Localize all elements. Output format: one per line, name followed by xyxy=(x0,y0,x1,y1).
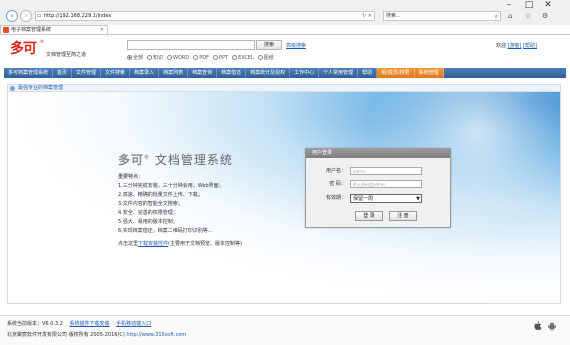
hero-panel xyxy=(7,92,561,304)
website-link[interactable]: http://www.315soft.com xyxy=(126,332,186,338)
main-navbar: 多可档案管理系统 首页 文件管理 文件搜索 档案录入 档案列表 档案查询 档案借… xyxy=(4,68,566,78)
username-input[interactable]: admin xyxy=(350,167,422,175)
nav-item-file-search[interactable]: 文件搜索 xyxy=(101,68,131,78)
plugin-download-link[interactable]: 系统插件下载安装 xyxy=(70,321,110,327)
filter-option-word[interactable]: WORD xyxy=(167,54,189,61)
browser-search-placeholder: 搜索... xyxy=(386,13,401,19)
nav-item-archive-list[interactable]: 档案列表 xyxy=(159,68,189,78)
filter-option-drawing[interactable]: 图纸 xyxy=(257,54,274,61)
copyright-text: 北京聚宸软件开发有限公司 版权所有 2005-2016(C) xyxy=(7,332,127,338)
advanced-search-link[interactable]: 高级搜索 xyxy=(286,42,306,49)
gear-icon[interactable]: ⚙ xyxy=(542,12,548,20)
validity-select[interactable]: 保留一周 ▼ xyxy=(350,194,422,203)
tab-favicon-icon xyxy=(3,27,9,33)
radio-icon[interactable] xyxy=(213,55,218,60)
features-title: 重要特点： xyxy=(118,174,144,180)
feature-item: 6.实现档案借还，档案二维码打印识别等... xyxy=(118,228,213,234)
radio-icon[interactable] xyxy=(167,55,173,60)
nav-item-archive-lending[interactable]: 档案借还 xyxy=(217,68,247,78)
username-label: 用户名： xyxy=(325,168,346,174)
install-plugin-link[interactable]: 下载安装控件 xyxy=(138,241,168,247)
address-bar[interactable]: ▫ http://192.168.229.1/index ↻ ✕ xyxy=(35,11,375,21)
nav-item-archive-stats[interactable]: 档案统计及授权 xyxy=(246,68,291,78)
nav-item-help[interactable]: 帮助 xyxy=(358,68,378,78)
logo-registered-mark: ® xyxy=(40,39,44,44)
filter-option-excel[interactable]: EXCEL xyxy=(232,54,254,61)
search-button[interactable]: 搜索 xyxy=(256,40,282,50)
tab-close-icon[interactable]: ✕ xyxy=(100,26,104,34)
nav-item-file-management[interactable]: 文件管理 xyxy=(72,68,102,78)
radio-icon[interactable] xyxy=(147,55,153,60)
feature-list: 重要特点： 1.三分钟完成安装，三十分钟会用，Web界面； 2.高速、精确的批量… xyxy=(118,173,224,236)
nav-item-work-center[interactable]: 工作中心 xyxy=(290,68,320,78)
nav-item-system-admin[interactable]: 系统管理 xyxy=(414,68,444,78)
info-icon xyxy=(10,86,15,91)
register-button[interactable]: 注 册 xyxy=(389,211,417,221)
login-header: 用户登录 xyxy=(306,149,450,158)
login-button[interactable]: 登 录 xyxy=(355,211,383,221)
filter-option-all[interactable]: 全部 xyxy=(127,54,143,61)
logo: 多可 xyxy=(10,41,37,57)
install-tip: 点击这里下载安装控件(主要用于文档预览、版本控制等) xyxy=(118,241,242,247)
feature-item: 2.高速、精确的批量文件上传、下载； xyxy=(118,192,203,198)
feature-item: 5.强大、易用的版本控制； xyxy=(118,219,178,225)
feature-item: 4.安全、完善的权限管理； xyxy=(118,210,178,216)
help-link[interactable]: [帮助] xyxy=(523,43,537,49)
search-icon[interactable]: ⌕ xyxy=(495,12,498,21)
validity-row: 有效期： 保留一周 ▼ xyxy=(306,194,452,204)
nav-item-home[interactable]: 首页 xyxy=(53,68,73,78)
nav-item-archive-entry[interactable]: 档案录入 xyxy=(130,68,160,78)
feature-item: 3.文件内容的智能全文搜索； xyxy=(118,201,183,207)
tab-divider xyxy=(0,34,570,35)
footer-version-row: 系统当前版本：V6.0.3.2 系统插件下载安装 手机移动端入口 xyxy=(7,320,151,327)
refresh-icon[interactable]: ↻ ✕ xyxy=(362,12,372,21)
footer-copyright-row: 北京聚宸软件开发有限公司 版权所有 2005-2016(C) http://ww… xyxy=(7,331,186,338)
chevron-down-icon[interactable]: ▼ xyxy=(416,195,420,203)
page-icon: ▫ xyxy=(37,12,42,19)
nav-item-archive-query[interactable]: 档案查询 xyxy=(188,68,218,78)
apple-icon[interactable] xyxy=(533,321,543,331)
search-input[interactable] xyxy=(127,40,255,50)
browser-tab[interactable]: 电子档案管理系统 ✕ xyxy=(0,25,108,34)
filter-option-pdf[interactable]: PDF xyxy=(193,54,209,61)
guest-link[interactable]: [游客] xyxy=(508,43,522,49)
forward-arrow-icon[interactable]: › xyxy=(20,10,32,22)
welcome-text: 欢迎 [游客] [帮助] xyxy=(496,43,538,49)
feature-item: 1.三分钟完成安装，三十分钟会用，Web界面； xyxy=(118,183,224,189)
password-row: 密 码： 默认密码是admin xyxy=(306,180,452,190)
mobile-entry-link[interactable]: 手机移动端入口 xyxy=(116,321,151,327)
validity-label: 有效期： xyxy=(325,195,346,201)
android-icon[interactable] xyxy=(547,321,557,331)
password-label: 密 码： xyxy=(329,181,346,187)
username-row: 用户名： admin xyxy=(306,167,452,177)
logo-subtitle: 文档管理至简之道 xyxy=(46,52,87,58)
back-arrow-icon[interactable]: ‹ xyxy=(6,10,18,22)
nav-item-groups-permissions[interactable]: 组/成员/权限 xyxy=(377,68,415,78)
product-title: 多可® 文档管理系统 xyxy=(118,153,233,167)
nav-item-personal[interactable]: 个人常用管理 xyxy=(319,68,359,78)
star-icon[interactable]: ☆ xyxy=(525,12,531,20)
home-icon[interactable]: ⌂ xyxy=(508,12,512,20)
password-input[interactable]: 默认密码是admin xyxy=(350,180,422,188)
search-filter-group: 全部 知识 WORD PDF PPT EXCEL 图纸 xyxy=(127,54,274,61)
version-text: 系统当前版本：V6.0.3.2 xyxy=(7,321,63,327)
tab-title: 电子档案管理系统 xyxy=(11,27,52,33)
login-panel: 用户登录 用户名： admin 密 码： 默认密码是admin 有效期： 保留一… xyxy=(305,148,451,228)
breadcrumb: 最强专业的档案管理 xyxy=(7,84,561,92)
browser-search-box[interactable]: 搜索... ⌕ xyxy=(383,11,501,21)
radio-icon[interactable] xyxy=(127,55,132,60)
radio-icon[interactable] xyxy=(193,55,199,60)
url-text: http://192.168.229.1/index xyxy=(44,13,112,19)
nav-item-system[interactable]: 多可档案管理系统 xyxy=(4,68,54,78)
maximize-icon[interactable]: □ xyxy=(522,0,536,10)
filter-option-ppt[interactable]: PPT xyxy=(213,54,228,61)
close-icon[interactable]: ✕ xyxy=(541,0,555,10)
filter-option-knowledge[interactable]: 知识 xyxy=(147,54,163,61)
minimize-icon[interactable]: – xyxy=(502,0,516,10)
radio-icon[interactable] xyxy=(257,55,263,60)
radio-icon[interactable] xyxy=(232,55,238,60)
